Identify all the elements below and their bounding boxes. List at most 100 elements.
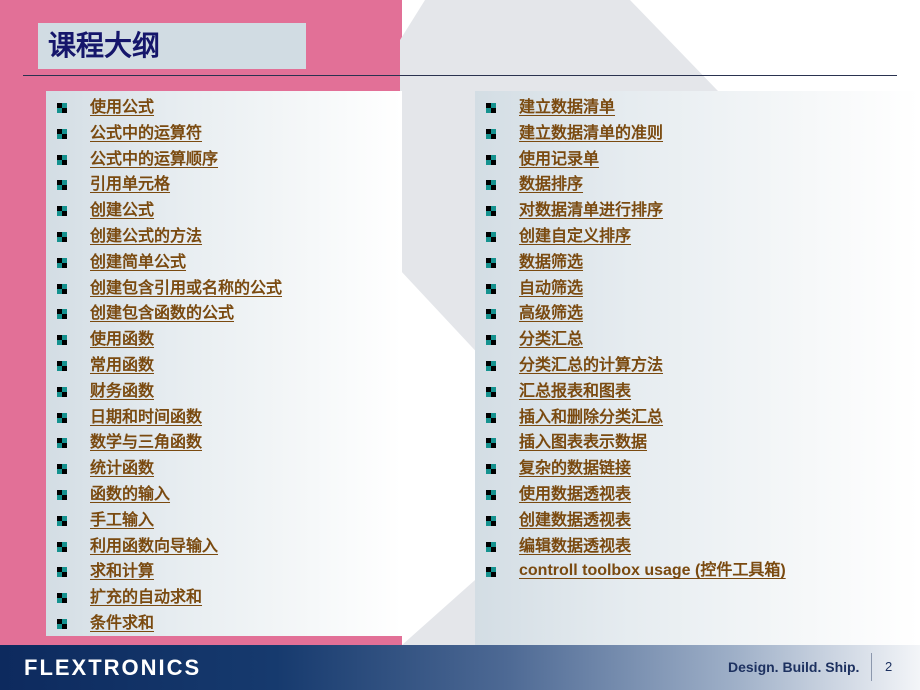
checker-bullet-icon <box>57 593 67 604</box>
checker-bullet-icon <box>57 335 67 346</box>
checker-bullet-icon <box>486 128 496 139</box>
topic-link[interactable]: 创建公式 <box>90 199 154 221</box>
topic-link[interactable]: 数学与三角函数 <box>90 431 202 453</box>
title-box: 课程大纲 <box>38 23 306 69</box>
topic-link[interactable]: 对数据清单进行排序 <box>519 199 663 221</box>
bullet-square <box>491 236 496 242</box>
bullet-square <box>62 236 67 242</box>
page-number: 2 <box>885 659 893 674</box>
topic-link[interactable]: 创建简单公式 <box>90 251 186 273</box>
checker-bullet-icon <box>486 103 496 113</box>
bullet-square <box>62 108 67 113</box>
bullet-square <box>491 494 496 500</box>
bullet-square <box>62 520 67 526</box>
topic-link[interactable]: 使用函数 <box>90 328 154 350</box>
checker-bullet-icon <box>57 206 67 217</box>
checker-bullet-icon <box>57 180 67 191</box>
topic-link[interactable]: 创建包含引用或名称的公式 <box>90 277 282 299</box>
bullet-square <box>491 133 496 139</box>
topic-link[interactable]: 建立数据清单 <box>519 96 615 118</box>
bullet-square <box>62 391 67 397</box>
bullet-square <box>62 159 67 165</box>
checker-bullet-icon <box>486 567 496 578</box>
checker-bullet-icon <box>57 464 67 475</box>
bullet-square <box>62 288 67 294</box>
topic-link[interactable]: 统计函数 <box>90 457 154 479</box>
topic-link[interactable]: 自动筛选 <box>519 277 583 299</box>
bullet-square <box>491 365 496 371</box>
checker-bullet-icon <box>57 438 67 449</box>
bullet-square <box>491 185 496 191</box>
checker-bullet-icon <box>57 128 67 139</box>
bullet-square <box>491 546 496 552</box>
topic-link[interactable]: 建立数据清单的准则 <box>519 122 663 144</box>
topic-link[interactable]: 函数的输入 <box>90 483 170 505</box>
checker-bullet-icon <box>57 386 67 397</box>
checker-bullet-icon <box>486 335 496 346</box>
topic-link[interactable]: 手工输入 <box>90 509 154 531</box>
topic-link[interactable]: 编辑数据透视表 <box>519 535 631 557</box>
topic-link[interactable]: 扩充的自动求和 <box>90 586 202 608</box>
topic-link[interactable]: 高级筛选 <box>519 302 583 324</box>
bullet-square <box>491 443 496 449</box>
checker-bullet-icon <box>486 541 496 552</box>
footer-bar: FLEXTRONICS Design. Build. Ship. 2 <box>0 645 920 690</box>
topic-link[interactable]: 求和计算 <box>90 560 154 582</box>
topic-link[interactable]: 创建自定义排序 <box>519 225 631 247</box>
topic-link[interactable]: 使用公式 <box>90 96 154 118</box>
topic-link[interactable]: 创建包含函数的公式 <box>90 302 234 324</box>
checker-bullet-icon <box>486 257 496 268</box>
checker-bullet-icon <box>57 515 67 526</box>
topic-link[interactable]: 公式中的运算符 <box>90 122 202 144</box>
bullet-square <box>491 391 496 397</box>
topic-link[interactable]: 插入和删除分类汇总 <box>519 406 663 428</box>
bullet-square <box>62 262 67 268</box>
topic-link[interactable]: 创建公式的方法 <box>90 225 202 247</box>
topic-link[interactable]: controll toolbox usage (控件工具箱) <box>519 560 786 582</box>
checker-bullet-icon <box>486 438 496 449</box>
topic-link[interactable]: 引用单元格 <box>90 173 170 195</box>
topic-link[interactable]: 利用函数向导输入 <box>90 535 218 557</box>
topic-link[interactable]: 条件求和 <box>90 612 154 634</box>
bullet-square <box>62 494 67 500</box>
checker-bullet-icon <box>486 489 496 500</box>
topic-link[interactable]: 分类汇总 <box>519 328 583 350</box>
title-divider <box>23 75 897 76</box>
topic-link[interactable]: 创建数据透视表 <box>519 509 631 531</box>
checker-bullet-icon <box>57 103 67 113</box>
bullet-square <box>62 365 67 371</box>
checker-bullet-icon <box>57 618 67 629</box>
topic-link[interactable]: 公式中的运算顺序 <box>90 148 218 170</box>
bullet-square <box>491 469 496 475</box>
left-topic-panel: 使用公式公式中的运算符 公式中的运算顺序 引用单元格创建公式创建公式的方法 创建简单公… <box>46 91 402 636</box>
checker-bullet-icon <box>486 231 496 242</box>
checker-bullet-icon <box>486 180 496 191</box>
topic-link[interactable]: 数据排序 <box>519 173 583 195</box>
bullet-square <box>62 623 67 629</box>
topic-link[interactable]: 复杂的数据链接 <box>519 457 631 479</box>
bullet-square <box>491 417 496 423</box>
checker-bullet-icon <box>486 412 496 423</box>
checker-bullet-icon <box>57 412 67 423</box>
checker-bullet-icon <box>57 154 67 165</box>
topic-link[interactable]: 常用函数 <box>90 354 154 376</box>
bullet-square <box>491 211 496 217</box>
bullet-square <box>62 546 67 552</box>
bullet-square <box>491 314 496 320</box>
checker-bullet-icon <box>57 489 67 500</box>
topic-link[interactable]: 使用记录单 <box>519 148 599 170</box>
right-topic-panel: 建立数据清单建立数据清单的准则 使用记录单数据排序对数据清单进行排序 创建自定义排序… <box>475 91 920 645</box>
topic-link[interactable]: 汇总报表和图表 <box>519 380 631 402</box>
checker-bullet-icon <box>57 567 67 578</box>
checker-bullet-icon <box>57 360 67 371</box>
topic-link[interactable]: 分类汇总的计算方法 <box>519 354 663 376</box>
bullet-square <box>62 185 67 191</box>
topic-link[interactable]: 使用数据透视表 <box>519 483 631 505</box>
checker-bullet-icon <box>57 257 67 268</box>
checker-bullet-icon <box>486 464 496 475</box>
topic-link[interactable]: 插入图表表示数据 <box>519 431 647 453</box>
topic-link[interactable]: 财务函数 <box>90 380 154 402</box>
footer-separator <box>871 653 872 681</box>
topic-link[interactable]: 数据筛选 <box>519 251 583 273</box>
topic-link[interactable]: 日期和时间函数 <box>90 406 202 428</box>
